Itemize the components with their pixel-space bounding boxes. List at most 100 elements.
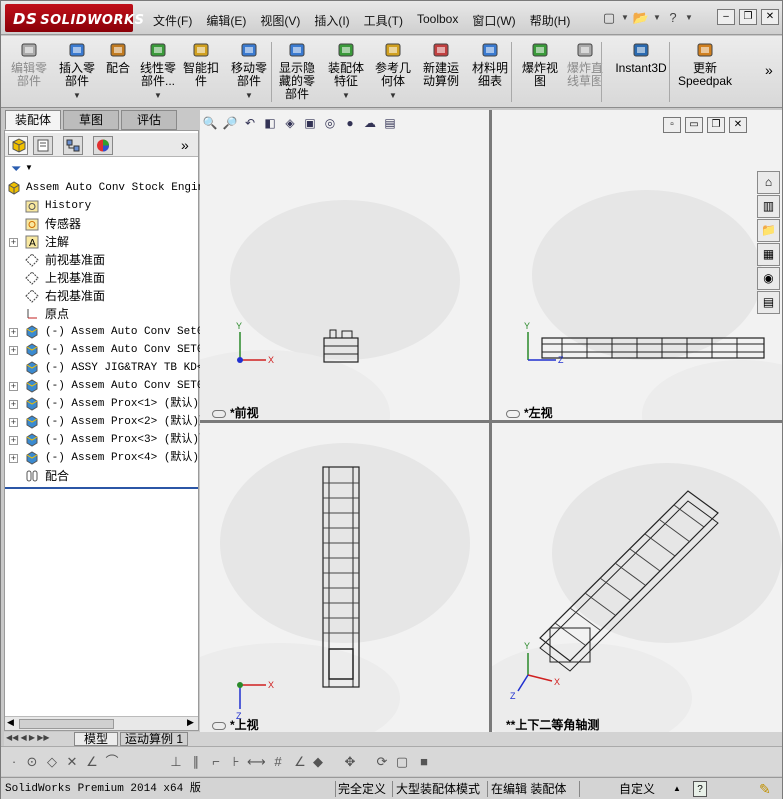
feature-tree-icon[interactable]: [8, 136, 28, 155]
tree-item[interactable]: 原点: [5, 305, 198, 323]
configuration-manager-icon[interactable]: [63, 136, 83, 155]
display-style-icon[interactable]: ▣: [301, 114, 319, 132]
tree-item[interactable]: + (-) Assem Auto Conv SET03<: [5, 377, 217, 395]
viewport-front[interactable]: Y X *前视: [200, 110, 489, 420]
single-view-icon[interactable]: ▫: [663, 117, 681, 133]
linear-pattern-button[interactable]: 线性零 部件... ▼: [136, 40, 180, 102]
dropdown-arrow-icon[interactable]: ▼: [323, 89, 369, 102]
view-settings-icon[interactable]: ▤: [381, 114, 399, 132]
shaded-icon[interactable]: ■: [415, 753, 433, 771]
expand-icon[interactable]: +: [9, 454, 18, 463]
tree-item[interactable]: + (-) Assem Prox<3> (默认): [5, 431, 199, 449]
expand-icon[interactable]: +: [9, 382, 18, 391]
tree-item[interactable]: 上视基准面: [5, 269, 198, 287]
mate-button[interactable]: 配合: [99, 40, 137, 75]
dropdown-arrow-icon[interactable]: ▼: [54, 89, 100, 102]
link-views-icon[interactable]: [212, 409, 226, 418]
scroll-left-icon[interactable]: ◀: [7, 717, 14, 728]
reference-geometry-button[interactable]: 参考几 何体 ▼: [370, 40, 416, 102]
center-snap-icon[interactable]: ⊙: [23, 753, 41, 771]
new-document-icon[interactable]: ▢: [599, 9, 619, 27]
tree-item[interactable]: + (-) Assem Prox<2> (默认): [5, 413, 199, 431]
angle-snap-icon[interactable]: ∠: [291, 753, 309, 771]
horizontal-snap-icon[interactable]: ⌐: [207, 753, 225, 771]
scroll-right-icon[interactable]: ▶: [187, 717, 194, 728]
file-explorer-icon[interactable]: 📁: [757, 219, 780, 242]
length-snap-icon[interactable]: ⟷: [247, 753, 266, 771]
viewport-top[interactable]: X Z *上视: [200, 423, 489, 732]
tab-sketch[interactable]: 草图: [63, 110, 119, 130]
nearest-snap-icon[interactable]: ∠: [83, 753, 101, 771]
zoom-to-area-icon[interactable]: 🔎: [221, 114, 239, 132]
horizontal-scrollbar[interactable]: ◀ ▶: [5, 716, 198, 730]
tree-item[interactable]: History: [5, 197, 198, 215]
instant3d-button[interactable]: Instant3D: [609, 40, 673, 75]
restore-icon[interactable]: ❐: [739, 9, 757, 25]
link-views-icon[interactable]: [212, 721, 226, 730]
help-icon[interactable]: ?: [693, 781, 707, 797]
viewport-isometric[interactable]: Y X Z **上下二等角轴测: [492, 423, 782, 732]
tree-item[interactable]: 配合: [5, 467, 198, 485]
tab-nav-icons[interactable]: ◀◀ ◀ ▶ ▶▶: [6, 733, 50, 742]
show-hidden-button[interactable]: 显示隐 藏的零 部件: [274, 40, 320, 101]
menu-item-5[interactable]: Toolbox: [410, 11, 465, 30]
expand-icon[interactable]: +: [9, 328, 18, 337]
view-palette-icon[interactable]: ▦: [757, 243, 780, 266]
toolbar-more-button[interactable]: »: [765, 62, 773, 78]
menu-item-0[interactable]: 文件(F): [146, 11, 199, 30]
filter-dropdown-icon[interactable]: ▼: [25, 163, 33, 172]
tree-item[interactable]: + (-) Assem Prox<4> (默认): [5, 449, 199, 467]
dropdown-arrow-icon[interactable]: ▼: [621, 9, 629, 27]
open-folder-icon[interactable]: 📂: [631, 9, 651, 27]
filter-icon[interactable]: ⏷: [11, 161, 21, 177]
status-large-assembly[interactable]: 大型装配体模式: [396, 781, 480, 797]
edit-appearance-icon[interactable]: ●: [341, 114, 359, 132]
dropdown-arrow-icon[interactable]: ▼: [226, 89, 272, 102]
move-icon[interactable]: ✥: [341, 753, 359, 771]
new-motion-study-button[interactable]: 新建运 动算例: [416, 40, 466, 88]
tangent-snap-icon[interactable]: ⌒: [103, 753, 121, 771]
link-views-icon[interactable]: [506, 409, 520, 418]
display-manager-icon[interactable]: [93, 136, 113, 155]
tree-item[interactable]: 右视基准面: [5, 287, 198, 305]
restore-icon[interactable]: ❐: [707, 117, 725, 133]
assembly-features-button[interactable]: 装配体 特征 ▼: [323, 40, 369, 102]
appearances-icon[interactable]: ◉: [757, 267, 780, 290]
move-component-button[interactable]: 移动零 部件 ▼: [226, 40, 272, 102]
previous-view-icon[interactable]: ↶: [241, 114, 259, 132]
home-icon[interactable]: ⌂: [757, 171, 780, 194]
vertical-snap-icon[interactable]: ⊦: [227, 753, 245, 771]
property-manager-icon[interactable]: [33, 136, 53, 155]
hide-show-items-icon[interactable]: ◎: [321, 114, 339, 132]
dropdown-arrow-icon[interactable]: ▼: [685, 9, 693, 27]
view-orientation-icon[interactable]: ◈: [281, 114, 299, 132]
insert-components-button[interactable]: 插入零 部件 ▼: [54, 40, 100, 102]
apply-scene-icon[interactable]: ☁: [361, 114, 379, 132]
zoom-to-fit-icon[interactable]: 🔍: [201, 114, 219, 132]
instant3d-icon[interactable]: ◆: [309, 753, 327, 771]
tab-assembly[interactable]: 装配体: [5, 110, 61, 130]
section-view-icon[interactable]: ◧: [261, 114, 279, 132]
menu-item-6[interactable]: 窗口(W): [465, 11, 522, 30]
tree-item[interactable]: (-) ASSY JIG&TRAY TB KD<1>: [5, 359, 217, 377]
bom-button[interactable]: 材料明 细表: [467, 40, 513, 88]
grid-snap-icon[interactable]: #: [269, 753, 287, 771]
expand-icon[interactable]: +: [9, 400, 18, 409]
menu-item-4[interactable]: 工具(T): [357, 11, 410, 30]
tree-item[interactable]: + A 注解: [5, 233, 198, 251]
box-icon[interactable]: ▢: [393, 753, 411, 771]
solidworks-logo[interactable]: DS SOLIDWORKS: [5, 4, 144, 32]
menu-item-2[interactable]: 视图(V): [253, 11, 307, 30]
parallel-snap-icon[interactable]: ∥: [187, 753, 205, 771]
tree-item[interactable]: + (-) Assem Prox<1> (默认): [5, 395, 199, 413]
custom-properties-icon[interactable]: ▤: [757, 291, 780, 314]
viewport-left[interactable]: Y Z *左视: [492, 110, 782, 420]
tree-item[interactable]: 前视基准面: [5, 251, 198, 269]
scrollbar-thumb[interactable]: [19, 719, 114, 729]
smart-fasteners-button[interactable]: 智能扣 件: [178, 40, 224, 88]
tree-item[interactable]: + (-) Assem Auto Conv Set01<: [5, 323, 217, 341]
units-dropdown-icon[interactable]: ▲: [673, 781, 681, 797]
quadrant-snap-icon[interactable]: ◇: [43, 753, 61, 771]
design-library-icon[interactable]: ▥: [757, 195, 780, 218]
notification-icon[interactable]: ✎: [759, 781, 771, 797]
